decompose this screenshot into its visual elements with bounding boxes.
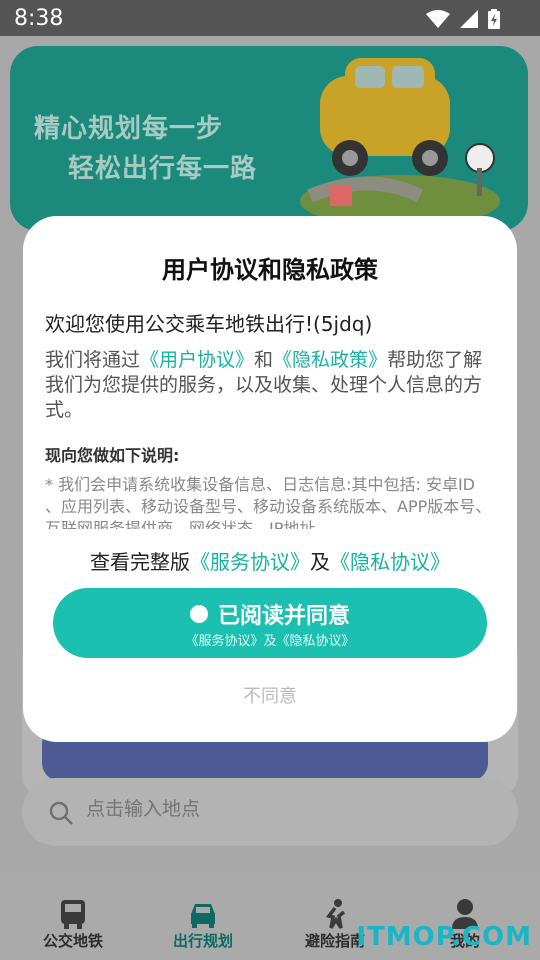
- full-pre: 查看完整版: [90, 550, 190, 574]
- full-agreement-text: 查看完整版《服务协议》及《隐私协议》: [23, 546, 517, 575]
- running-person-icon: [326, 899, 346, 929]
- watermark: ITMOP.COM: [356, 922, 532, 952]
- bus-icon: [61, 900, 85, 929]
- nav-item-trip-planning[interactable]: 出行规划: [148, 890, 258, 951]
- disagree-button[interactable]: 不同意: [23, 682, 517, 708]
- nav-label: 公交地铁: [42, 932, 103, 950]
- search-input[interactable]: [84, 798, 333, 822]
- banner-line2: 轻松出行每一路: [68, 154, 258, 184]
- agree-sub-label: 《服务协议》及《隐私协议》: [185, 634, 355, 649]
- wifi-icon: [426, 10, 450, 28]
- search-icon: [49, 801, 73, 825]
- agree-button[interactable]: 已阅读并同意 《服务协议》及《隐私协议》: [53, 588, 487, 658]
- service-agreement-link[interactable]: 《服务协议》: [190, 550, 310, 574]
- status-icons: [426, 9, 500, 29]
- nav-item-bus-metro[interactable]: 公交地铁: [18, 890, 128, 951]
- dialog-title: 用户协议和隐私政策: [162, 256, 378, 284]
- status-bar: 8:38: [0, 0, 540, 36]
- agree-main: 已阅读并同意: [53, 598, 487, 630]
- signal-icon: [460, 10, 478, 28]
- car-illustration-icon: [300, 58, 500, 227]
- promo-banner: 精心规划每一步 轻松出行每一路: [10, 46, 528, 231]
- privacy-policy-link[interactable]: 《隐私政策》: [273, 349, 387, 371]
- intro-mid: 和: [254, 349, 274, 371]
- banner-line1: 精心规划每一步: [34, 114, 224, 144]
- status-time: 8:38: [14, 6, 64, 31]
- nav-label: 出行规划: [172, 932, 233, 950]
- radio-dot-icon: [189, 605, 208, 623]
- full-mid: 及: [310, 550, 330, 574]
- search-bar[interactable]: [22, 778, 518, 846]
- explain-body: * 我们会申请系统收集设备信息、日志信息:其中包括: 安卓ID 、应用列表、移动…: [45, 475, 492, 529]
- user-agreement-link[interactable]: 《用户协议》: [140, 349, 254, 371]
- privacy-dialog: 用户协议和隐私政策 欢迎您使用公交乘车地铁出行!(5jdq) 我们将通过《用户协…: [23, 216, 517, 742]
- welcome-text: 欢迎您使用公交乘车地铁出行!(5jdq): [45, 312, 373, 336]
- intro-pre: 我们将通过: [45, 349, 141, 371]
- explain-title: 现向您做如下说明:: [45, 446, 180, 465]
- agree-label: 已阅读并同意: [217, 604, 350, 629]
- intro-text: 我们将通过《用户协议》和《隐私政策》帮助您了解我们为您提供的服务，以及收集、处理…: [45, 348, 495, 423]
- privacy-agreement-link[interactable]: 《隐私协议》: [330, 550, 450, 574]
- battery-icon: [488, 9, 500, 29]
- car-icon: [191, 904, 215, 928]
